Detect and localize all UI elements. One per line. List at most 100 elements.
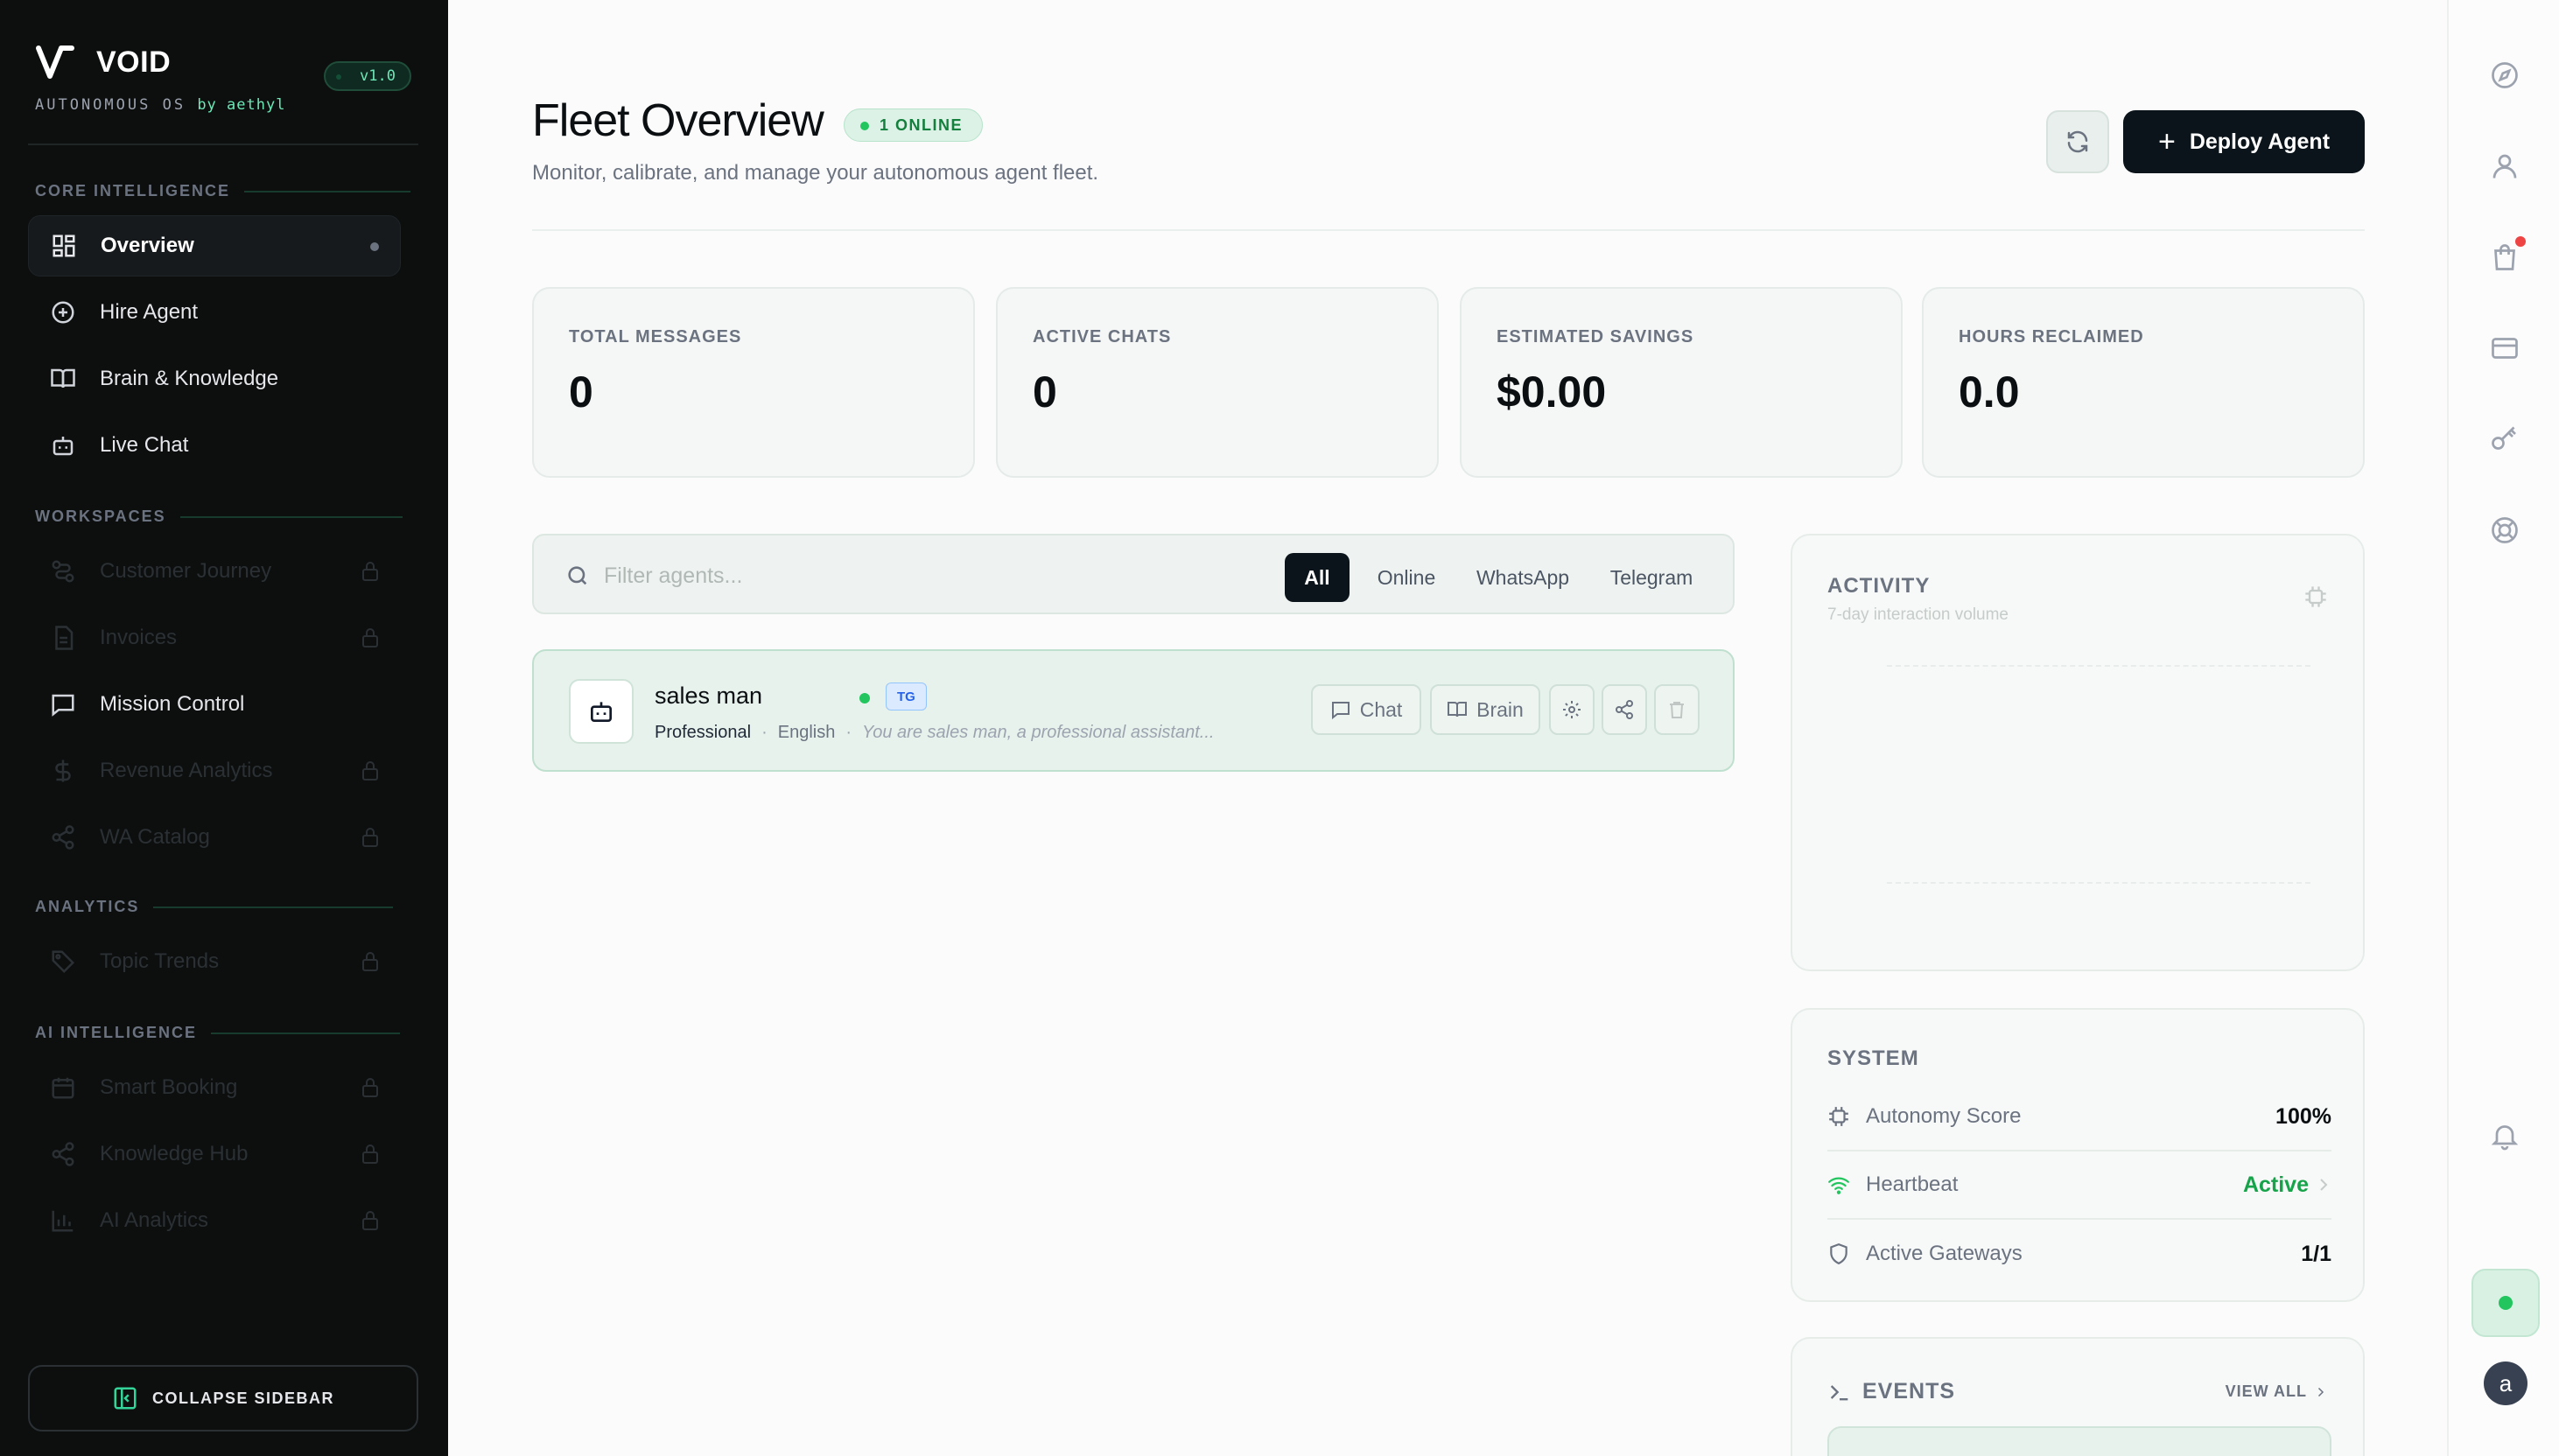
active-indicator-dot: [370, 242, 379, 251]
sidebar-item-ai-analytics[interactable]: AI Analytics: [28, 1190, 401, 1251]
search-icon: [568, 566, 587, 585]
section-title: AI INTELLIGENCE: [35, 1024, 198, 1041]
message-square-icon: [49, 690, 77, 718]
chart-gridline: [1887, 665, 2310, 667]
avatar[interactable]: a: [2484, 1362, 2527, 1405]
events-list: [1827, 1426, 2331, 1456]
sidebar-item-label: Topic Trends: [100, 949, 220, 973]
section-title: WORKSPACES: [35, 508, 166, 525]
section-rule: [153, 906, 394, 908]
wifi-icon: [1828, 1177, 1849, 1194]
header-divider: [532, 229, 2365, 231]
sidebar-item-brain-knowledge[interactable]: Brain & Knowledge: [28, 348, 401, 410]
sidebar-item-label: Brain & Knowledge: [100, 367, 279, 390]
agent-share-button[interactable]: [1602, 684, 1647, 735]
agent-language: English: [777, 723, 836, 742]
system-row-active-gateways: Active Gateways 1/1: [1827, 1220, 2331, 1288]
system-row-value: 1/1: [2301, 1241, 2331, 1266]
robot-icon: [591, 702, 612, 722]
section-rule: [244, 190, 411, 192]
shopping-bag-icon[interactable]: [2489, 236, 2526, 273]
void-logo-icon: [36, 46, 74, 79]
agent-chat-button[interactable]: Chat: [1311, 684, 1421, 735]
sidebar-item-revenue-analytics[interactable]: Revenue Analytics: [28, 740, 401, 802]
sidebar-item-overview[interactable]: Overview: [28, 215, 401, 276]
filter-agents-input[interactable]: [604, 556, 1216, 595]
sidebar-item-live-chat[interactable]: Live Chat: [28, 415, 401, 476]
meta-separator: ·: [761, 723, 768, 742]
activity-panel: ACTIVITY 7-day interaction volume: [1791, 534, 2365, 971]
sidebar-item-topic-trends[interactable]: Topic Trends: [28, 931, 401, 992]
agent-delete-button[interactable]: [1654, 684, 1700, 735]
chip-icon: [1829, 1107, 1848, 1126]
key-icon[interactable]: [2489, 424, 2520, 455]
agent-card[interactable]: sales man TG Professional · English · Yo…: [532, 649, 1735, 772]
sidebar-item-label: Revenue Analytics: [100, 759, 273, 782]
trash-icon: [1670, 702, 1684, 718]
right-rail: a: [2447, 0, 2559, 1456]
sidebar-item-hire-agent[interactable]: Hire Agent: [28, 282, 401, 343]
chart-gridline: [1887, 882, 2310, 884]
refresh-button[interactable]: [2046, 110, 2109, 173]
sidebar-item-label: Live Chat: [100, 433, 189, 457]
credit-card-icon[interactable]: [2489, 332, 2520, 364]
lock-icon: [362, 1144, 378, 1164]
support-icon[interactable]: [2489, 514, 2520, 546]
sidebar-item-invoices[interactable]: Invoices: [28, 607, 401, 668]
system-row-label: Heartbeat: [1866, 1172, 1959, 1196]
lock-icon: [362, 562, 378, 581]
sidebar-item-wa-catalog[interactable]: WA Catalog: [28, 807, 401, 868]
collapse-sidebar-label: COLLAPSE SIDEBAR: [151, 1389, 335, 1407]
tab-whatsapp[interactable]: WhatsApp: [1462, 553, 1584, 602]
sidebar-item-customer-journey[interactable]: Customer Journey: [28, 541, 401, 602]
sidebar-item-mission-control[interactable]: Mission Control: [28, 674, 401, 735]
sidebar-item-smart-booking[interactable]: Smart Booking: [28, 1057, 401, 1118]
status-dot: [2499, 1296, 2513, 1310]
stat-label: TOTAL MESSAGES: [569, 327, 742, 346]
page-subtitle: Monitor, calibrate, and manage your auto…: [532, 161, 1099, 185]
route-icon: [49, 557, 77, 585]
tab-all[interactable]: All: [1285, 553, 1350, 602]
agent-settings-button[interactable]: [1549, 684, 1595, 735]
system-status-button[interactable]: [2471, 1269, 2540, 1337]
user-icon[interactable]: [2489, 150, 2520, 182]
activity-subtitle: 7-day interaction volume: [1827, 606, 2009, 624]
message-square-icon: [1331, 702, 1350, 720]
stat-value: $0.00: [1497, 368, 1607, 416]
events-panel: EVENTS VIEW ALL: [1791, 1337, 2365, 1456]
stat-value: 0: [569, 368, 593, 416]
system-row-autonomy-score: Autonomy Score 100%: [1827, 1083, 2331, 1152]
page-title: Fleet Overview: [532, 95, 824, 146]
sidebar-item-knowledge-hub[interactable]: Knowledge Hub: [28, 1124, 401, 1185]
stat-label: HOURS RECLAIMED: [1959, 327, 2144, 346]
lock-icon: [362, 828, 378, 847]
shield-icon: [1830, 1243, 1847, 1265]
stat-card-active-chats: ACTIVE CHATS 0: [996, 287, 1439, 478]
compass-icon[interactable]: [2489, 60, 2520, 91]
bell-icon[interactable]: [2489, 1120, 2520, 1152]
online-status-badge: 1 ONLINE: [844, 108, 984, 142]
sidebar-item-label: Hire Agent: [100, 300, 199, 324]
plus-circle-icon: [49, 298, 77, 326]
stat-card-total-messages: TOTAL MESSAGES 0: [532, 287, 975, 478]
stat-label: ESTIMATED SAVINGS: [1497, 327, 1694, 346]
share-icon: [1616, 700, 1633, 719]
deploy-agent-button[interactable]: + Deploy Agent: [2123, 110, 2365, 173]
tab-online[interactable]: Online: [1362, 553, 1451, 602]
book-icon: [49, 365, 77, 393]
agent-filter-bar: All Online WhatsApp Telegram: [532, 534, 1735, 614]
agent-brain-button[interactable]: Brain: [1430, 684, 1540, 735]
chip-icon[interactable]: [2303, 584, 2328, 609]
online-dot: [860, 122, 869, 130]
system-row-label: Autonomy Score: [1866, 1104, 2022, 1128]
agent-avatar: [569, 679, 634, 744]
section-title: ANALYTICS: [35, 898, 140, 915]
collapse-sidebar-button[interactable]: COLLAPSE SIDEBAR: [28, 1365, 418, 1432]
brand[interactable]: VOID: [35, 40, 171, 84]
file-icon: [49, 624, 77, 652]
sidebar: VOID AUTONOMOUS OS by aethyl v1.0 CORE I…: [0, 0, 448, 1456]
view-all-events-link[interactable]: VIEW ALL: [2226, 1382, 2328, 1401]
system-row-heartbeat[interactable]: Heartbeat Active: [1827, 1152, 2331, 1220]
tagline-text: AUTONOMOUS OS: [35, 96, 186, 114]
tab-telegram[interactable]: Telegram: [1593, 553, 1710, 602]
